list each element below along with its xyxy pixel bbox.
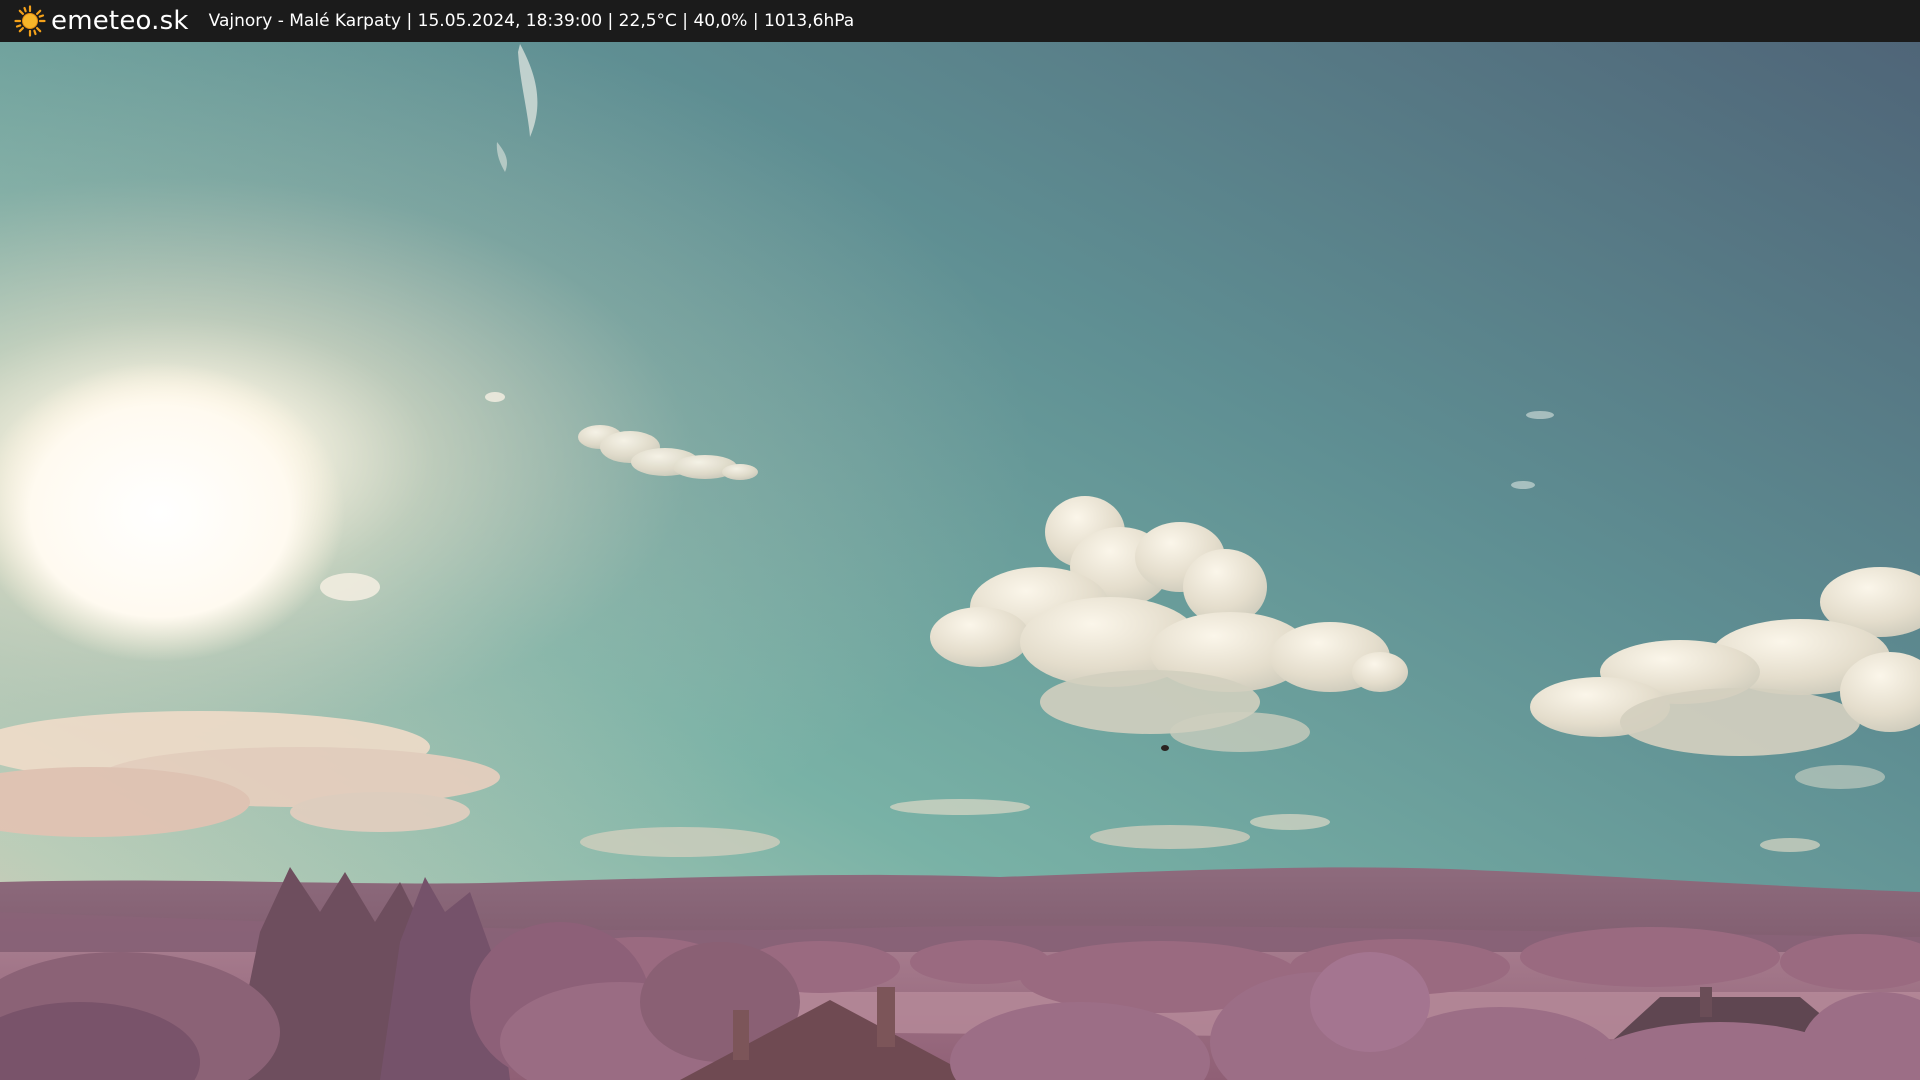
station-readout: Vajnory - Malé Karpaty | 15.05.2024, 18:… xyxy=(208,11,855,31)
landscape-scene xyxy=(0,42,1920,1080)
small-cloud xyxy=(1526,411,1554,419)
cloud-near-sun xyxy=(320,573,380,601)
brand-logo[interactable]: emeteo.sk xyxy=(14,0,189,42)
header-bar: emeteo.sk Vajnory - Malé Karpaty | 15.05… xyxy=(0,0,1920,42)
brand-name: emeteo.sk xyxy=(51,6,189,36)
webcam-frame: emeteo.sk Vajnory - Malé Karpaty | 15.05… xyxy=(0,0,1920,1080)
small-cloud xyxy=(485,392,505,402)
small-cloud xyxy=(1511,481,1535,489)
webcam-image xyxy=(0,42,1920,1080)
sun-icon xyxy=(14,5,46,37)
